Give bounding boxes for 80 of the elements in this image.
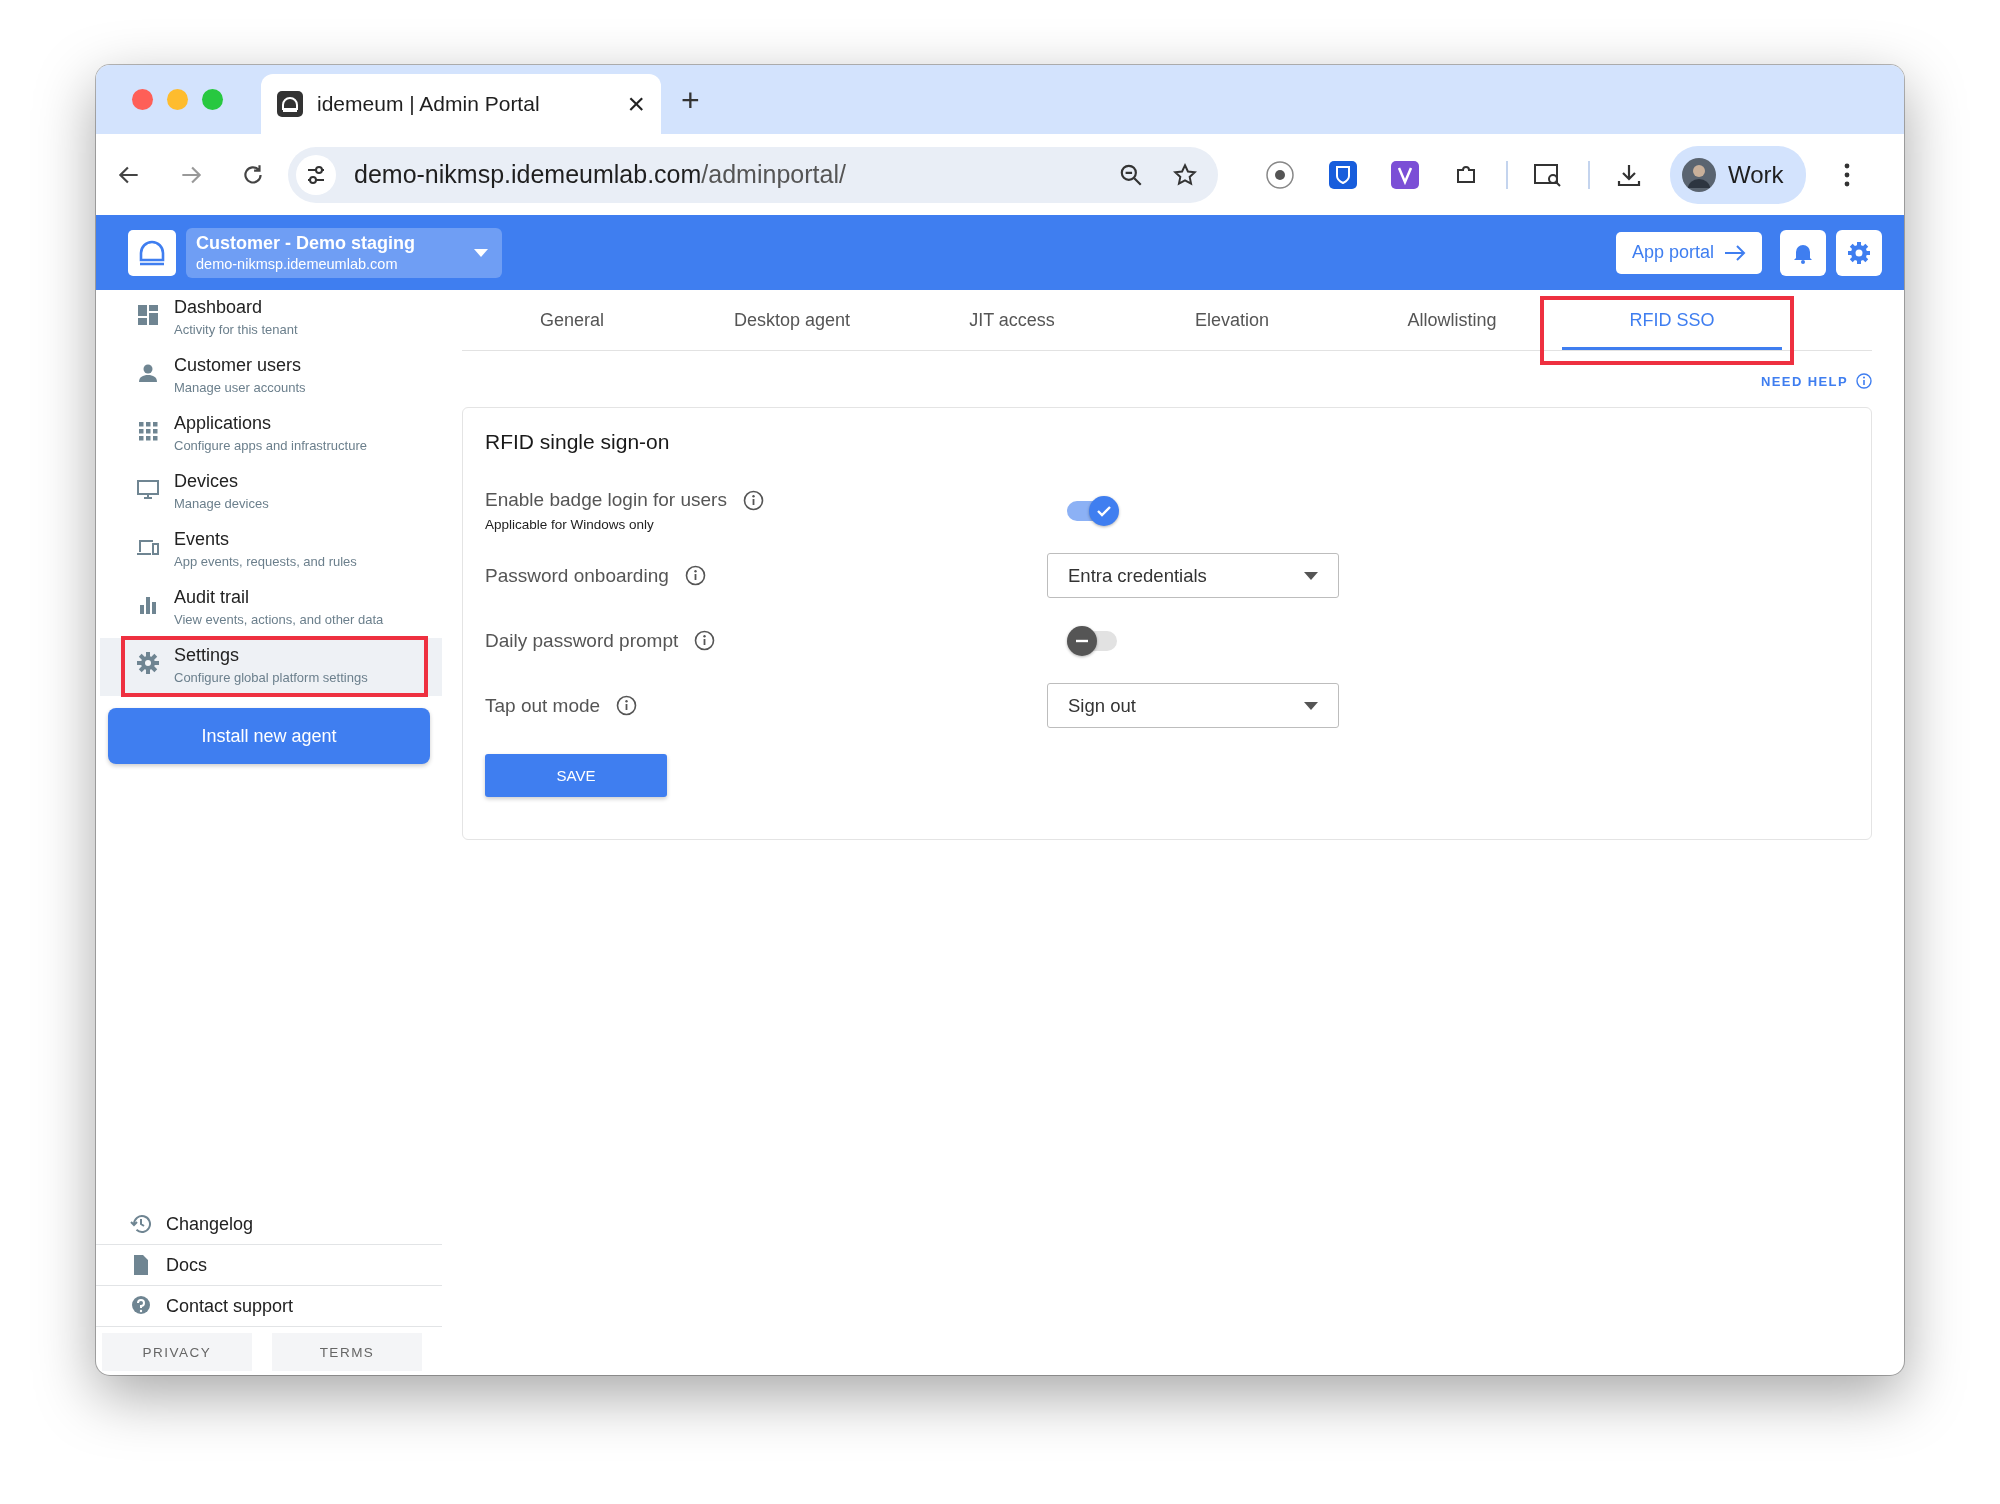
history-icon [130,1213,152,1235]
info-icon [742,489,764,511]
footer-link[interactable]: TERMS [272,1333,422,1371]
setting-note: Applicable for Windows only [485,517,655,532]
browser-tab[interactable]: idemeum | Admin Portal × [261,74,661,134]
minus-icon [1075,638,1089,643]
sidebar-item[interactable]: Audit trail View events, actions, and other data [100,580,442,638]
shield-icon[interactable] [1329,160,1357,189]
settings-tab[interactable]: General [462,290,682,350]
avatar-icon [1682,157,1716,192]
setting-label: Password onboarding [485,564,669,587]
sidebar-item[interactable]: Dashboard Activity for this tenant [100,290,442,348]
sidebar-item-title: Customer users [174,355,303,376]
info-icon [684,565,706,586]
sidebar-item-title: Audit trail [174,587,251,608]
dropdown-caret-icon [1304,571,1318,580]
sidebar-item-subtitle: Configure global platform settings [174,670,368,685]
sidebar-item[interactable]: Events App events, requests, and rules [100,522,442,580]
sidebar-item[interactable]: Customer users Manage user accounts [100,348,442,406]
close-tab-button[interactable]: × [627,89,645,119]
sidebar-item-title: Devices [174,471,240,492]
toggle-switch[interactable] [1067,625,1119,656]
info-icon [616,695,638,716]
settings-tab[interactable]: Desktop agent [682,290,902,350]
monitor-icon [136,477,160,501]
profile-button[interactable]: Work [1670,145,1806,204]
notifications-button[interactable] [1780,229,1826,276]
app-portal-button[interactable]: App portal [1615,231,1762,274]
sidebar-item[interactable]: Applications Configure apps and infrastructure [100,406,442,464]
sidebar-item-subtitle: Configure apps and infrastructure [174,438,367,453]
sidebar-item-subtitle: App events, requests, and rules [174,554,357,569]
grid-icon [136,419,160,443]
need-help-link[interactable]: NEED HELP [1761,373,1872,389]
save-button[interactable]: SAVE [485,754,667,797]
sidebar-item-title: Applications [174,413,273,434]
sidebar-item[interactable]: Settings Configure global platform settings [100,638,442,696]
install-agent-button[interactable]: Install new agent [108,708,430,764]
card-title: RFID single sign-on [485,430,671,454]
sidebar-item-subtitle: Activity for this tenant [174,322,298,337]
settings-tab[interactable]: JIT access [902,290,1122,350]
setting-label: Enable badge login for users [485,489,727,511]
setting-label: Daily password prompt [485,629,679,652]
dropdown-caret-icon [1304,701,1318,710]
settings-tab[interactable]: Elevation [1122,290,1342,350]
dropdown-field[interactable]: Entra credentials [1047,553,1339,598]
settings-tab[interactable]: RFID SSO [1562,290,1782,350]
sidebar-item-title: Dashboard [174,297,264,318]
toggle-switch[interactable] [1067,495,1119,526]
sidebar-item-title: Settings [174,645,241,666]
logo-icon [128,229,176,276]
dashboard-icon [136,303,160,327]
arrow-right-icon [1724,244,1746,261]
settings-tab[interactable]: Allowlisting [1342,290,1562,350]
help-icon [130,1295,152,1317]
info-icon [694,630,716,651]
setting-label: Tap out mode [485,694,601,717]
site-settings-icon[interactable] [296,154,336,195]
settings-button[interactable] [1836,229,1882,276]
footer-link[interactable]: PRIVACY [102,1333,252,1371]
url-text: demo-nikmsp.idemeumlab.com/adminportal/ [354,160,847,189]
sidebar-link[interactable]: Contact support [96,1286,442,1327]
new-tab-button[interactable]: + [681,83,700,116]
info-icon [1856,373,1872,389]
sidebar-item-title: Events [174,529,231,550]
settings-icon [1847,240,1871,265]
address-bar[interactable]: demo-nikmsp.idemeumlab.com/adminportal/ [288,146,1218,203]
sidebar-item-subtitle: View events, actions, and other data [174,612,384,627]
sidebar-item-subtitle: Manage user accounts [174,380,306,395]
sidebar-item[interactable]: Devices Manage devices [100,464,442,522]
star-icon[interactable] [1172,161,1198,188]
sidebar-link[interactable]: Docs [96,1245,442,1286]
site-logo-icon [277,91,303,117]
more-menu-icon[interactable] [1842,161,1851,188]
dropdown-field[interactable]: Sign out [1047,683,1339,728]
dropdown-caret-icon [474,248,488,257]
tab-title: idemeum | Admin Portal [317,92,541,116]
extension-icon[interactable] [1265,159,1295,190]
extension-icon[interactable] [1391,160,1419,189]
sidebar-link[interactable]: Changelog [96,1204,442,1245]
sidebar-item-subtitle: Manage devices [174,496,269,511]
